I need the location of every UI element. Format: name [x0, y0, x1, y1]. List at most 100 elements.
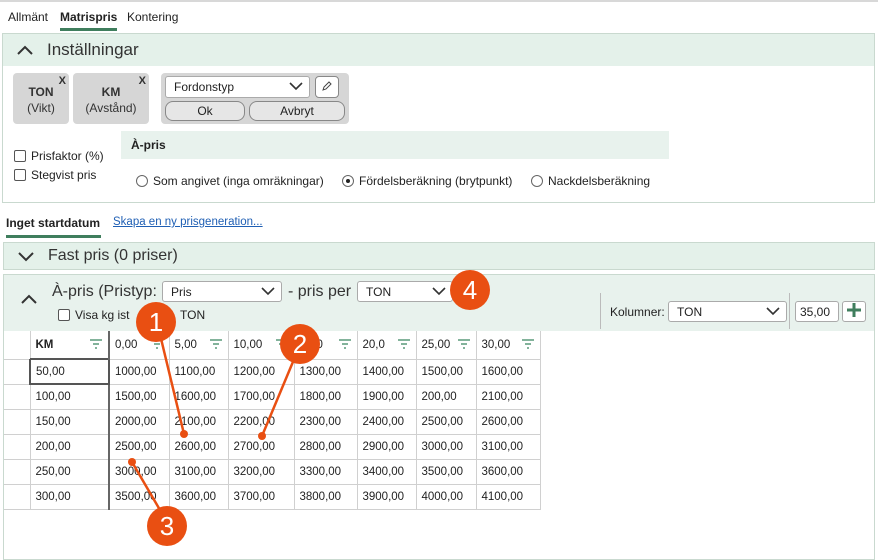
- apris-title: À-pris (Pristyp:: [52, 283, 157, 300]
- price-cell[interactable]: 1500,00: [416, 359, 477, 385]
- km-cell[interactable]: 150,00: [30, 409, 110, 435]
- new-price-generation-link[interactable]: Skapa en ny prisgeneration...: [113, 216, 263, 228]
- price-cell[interactable]: 2600,00: [476, 409, 541, 435]
- show-kg-checkbox[interactable]: Visa kg ist: [58, 308, 129, 322]
- price-cell[interactable]: 3600,00: [476, 459, 541, 485]
- add-column-button[interactable]: [842, 301, 866, 322]
- columns-select[interactable]: TON: [668, 301, 787, 322]
- price-cell[interactable]: 2200,00: [228, 409, 295, 435]
- price-cell[interactable]: 3000,00: [416, 434, 477, 460]
- chevron-down-icon[interactable]: [4, 250, 48, 262]
- col-header[interactable]: 30,00: [476, 331, 541, 360]
- settings-panel: Inställningar X TON (Vikt) X KM (Avstånd…: [2, 33, 875, 203]
- price-cell[interactable]: 2400,00: [357, 409, 417, 435]
- chevron-up-icon[interactable]: [20, 293, 38, 308]
- tab-inget-startdatum[interactable]: Inget startdatum: [6, 216, 101, 238]
- annotation-marker-2: 2: [280, 324, 320, 364]
- price-cell[interactable]: 2500,00: [109, 434, 170, 460]
- price-cell[interactable]: 3900,00: [357, 484, 417, 510]
- price-cell[interactable]: 3500,00: [416, 459, 477, 485]
- price-cell[interactable]: 2600,00: [169, 434, 229, 460]
- col-header[interactable]: 20,0: [357, 331, 417, 360]
- price-cell[interactable]: 3500,00: [109, 484, 170, 510]
- pristyp-select[interactable]: Pris: [162, 281, 282, 302]
- settings-header[interactable]: Inställningar: [3, 34, 874, 66]
- radio-fordelsberakning[interactable]: Fördelsberäkning (brytpunkt): [342, 174, 512, 188]
- columns-label: Kolumner:: [610, 305, 665, 319]
- price-cell[interactable]: 3700,00: [228, 484, 295, 510]
- km-cell[interactable]: 50,00: [29, 358, 110, 385]
- per-unit-select[interactable]: TON: [357, 281, 453, 302]
- chevron-down-icon: [766, 305, 780, 319]
- km-cell[interactable]: 300,00: [30, 484, 110, 510]
- tab-allmant[interactable]: Allmänt: [8, 10, 48, 24]
- row-handle: [4, 484, 31, 510]
- col-header[interactable]: 5,00: [169, 331, 229, 360]
- price-cell[interactable]: 2000,00: [109, 409, 170, 435]
- table-row: 100,00 1500,00 1600,00 1700,00 1800,00 1900,0…: [4, 384, 541, 410]
- col-header[interactable]: 25,00: [416, 331, 477, 360]
- top-border: [0, 0, 878, 2]
- km-cell[interactable]: 200,00: [30, 434, 110, 460]
- price-cell[interactable]: 1900,00: [357, 384, 417, 410]
- filter-icon[interactable]: [209, 339, 222, 352]
- remove-chip-ton-icon[interactable]: X: [59, 75, 66, 87]
- filter-icon[interactable]: [457, 339, 470, 352]
- price-cell[interactable]: 4100,00: [476, 484, 541, 510]
- km-cell[interactable]: 100,00: [30, 384, 110, 410]
- remove-chip-km-icon[interactable]: X: [139, 75, 146, 87]
- price-cell[interactable]: 1700,00: [228, 384, 295, 410]
- price-cell[interactable]: 2500,00: [416, 409, 477, 435]
- price-cell[interactable]: 2100,00: [476, 384, 541, 410]
- price-cell[interactable]: 2100,00: [169, 409, 229, 435]
- price-matrix: KM 0,00 5,00 10,00 0 20,0 25,00 30,00 50…: [4, 331, 541, 510]
- tab-kontering[interactable]: Kontering: [127, 10, 178, 24]
- price-cell[interactable]: 1200,00: [228, 359, 295, 385]
- price-cell[interactable]: 3100,00: [476, 434, 541, 460]
- stegvist-checkbox[interactable]: Stegvist pris: [14, 168, 96, 182]
- price-cell[interactable]: 2700,00: [228, 434, 295, 460]
- price-cell[interactable]: 1000,00: [109, 359, 170, 385]
- price-cell[interactable]: 3000,00: [109, 459, 170, 485]
- radio-som-angivet[interactable]: Som angivet (inga omräkningar): [136, 174, 324, 188]
- filter-icon[interactable]: [521, 339, 534, 352]
- pencil-icon: [321, 80, 333, 95]
- price-cell[interactable]: 3400,00: [357, 459, 417, 485]
- price-cell[interactable]: 2300,00: [294, 409, 358, 435]
- price-cell[interactable]: 1800,00: [294, 384, 358, 410]
- price-cell[interactable]: 200,00: [416, 384, 477, 410]
- price-cell[interactable]: 4000,00: [416, 484, 477, 510]
- edit-button[interactable]: [315, 76, 339, 98]
- cancel-button[interactable]: Avbryt: [249, 101, 345, 121]
- price-cell[interactable]: 3200,00: [228, 459, 295, 485]
- km-header[interactable]: KM: [30, 331, 110, 360]
- price-cell[interactable]: 2900,00: [357, 434, 417, 460]
- price-cell[interactable]: 3100,00: [169, 459, 229, 485]
- fixed-price-header[interactable]: Fast pris (0 priser): [3, 242, 875, 270]
- price-cell[interactable]: 1100,00: [169, 359, 229, 385]
- price-cell[interactable]: 1600,00: [169, 384, 229, 410]
- annotation-marker-4: 4: [450, 270, 490, 310]
- chip-ton[interactable]: X TON (Vikt): [13, 73, 69, 124]
- ok-button[interactable]: Ok: [165, 101, 245, 121]
- price-cell[interactable]: 1500,00: [109, 384, 170, 410]
- tab-matrispris[interactable]: Matrispris: [60, 10, 118, 31]
- chevron-up-icon[interactable]: [3, 44, 47, 56]
- price-cell[interactable]: 3600,00: [169, 484, 229, 510]
- table-row: 50,00 1000,00 1100,00 1200,00 1300,00 1400,00…: [4, 358, 541, 385]
- filter-icon[interactable]: [397, 339, 410, 352]
- filter-icon[interactable]: [90, 339, 102, 352]
- km-cell[interactable]: 250,00: [30, 459, 110, 485]
- table-row: 150,00 2000,00 2100,00 2200,00 2300,00 2400,0…: [4, 409, 541, 435]
- dimension-select[interactable]: Fordonstyp: [165, 76, 310, 98]
- filter-icon[interactable]: [338, 339, 351, 352]
- price-cell[interactable]: 1600,00: [476, 359, 541, 385]
- price-cell[interactable]: 2800,00: [294, 434, 358, 460]
- step-input[interactable]: 35,00: [795, 301, 839, 322]
- prisfaktor-checkbox[interactable]: Prisfaktor (%): [14, 149, 104, 163]
- radio-nackdelsberakning[interactable]: Nackdelsberäkning: [531, 174, 650, 188]
- price-cell[interactable]: 3800,00: [294, 484, 358, 510]
- chip-km[interactable]: X KM (Avstånd): [73, 73, 149, 124]
- price-cell[interactable]: 1400,00: [357, 359, 417, 385]
- price-cell[interactable]: 3300,00: [294, 459, 358, 485]
